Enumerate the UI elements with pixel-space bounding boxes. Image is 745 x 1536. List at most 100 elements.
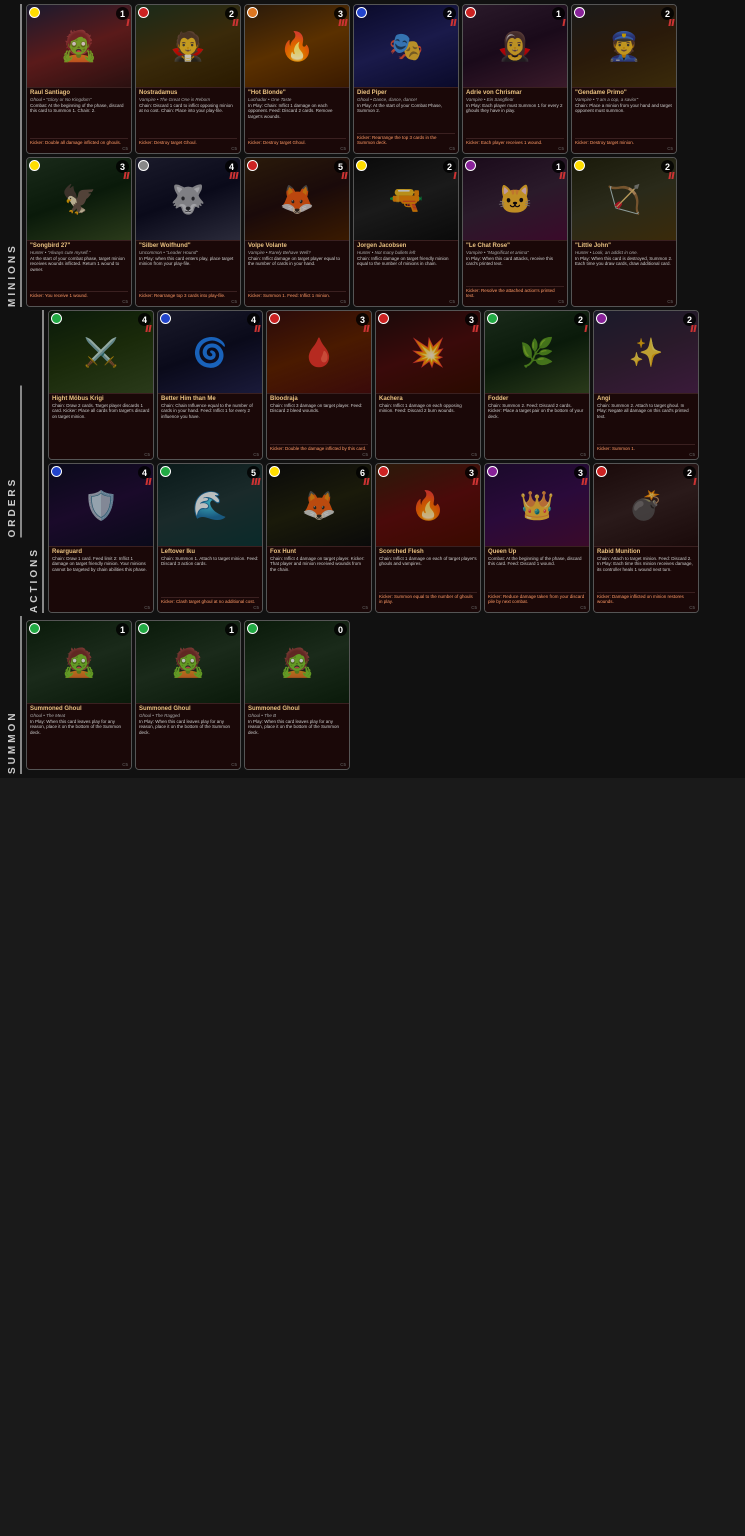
blood-gem [269, 313, 280, 324]
card-littlejohn[interactable]: 🏹 2 "Little John" Hunter • Look, an addi… [571, 157, 677, 307]
nost-name: Nostradamus [139, 90, 237, 96]
piper-footer: C5 [357, 146, 455, 151]
card-scorched[interactable]: 🔥 3 Scorched Flesh Chain: Inflict 1 dama… [375, 463, 481, 613]
songbird-text: At the start of your combat phase, targe… [30, 256, 128, 290]
card-volpe[interactable]: 🦊 5 Volpe Volante Vampire • Rarely Behav… [244, 157, 350, 307]
rear-name: Rearguard [52, 549, 150, 555]
lechat-footer: C5 [466, 299, 564, 304]
blood-kicker: Kicker: Double the damage inflicted by t… [270, 444, 368, 451]
card-bloodraja[interactable]: 🩸 3 Bloodraja Chain: Inflict 3 damage on… [266, 310, 372, 460]
hight-gem [51, 313, 62, 324]
scorched-text: Chain: Inflict 1 damage on each of targe… [379, 556, 477, 591]
nost-subtitle: Vampire • The Great One is Reborn [139, 97, 237, 102]
orders-label-container: ORDERS [4, 310, 24, 613]
card-queenup[interactable]: 👑 3 Queen Up Combat: At the beginning of… [484, 463, 590, 613]
adrie-gem [465, 7, 476, 18]
hotblonde-kicker: Kicker: Destroy target Ghoul. [248, 138, 346, 145]
rabid-gem [596, 466, 607, 477]
card-songbird[interactable]: 🦅 3 "Songbird 27" Hunter • "Always cute … [26, 157, 132, 307]
hotblonde-subtitle: Luchador • One Taste [248, 97, 346, 102]
ghoul1-gem [29, 623, 40, 634]
volpe-text: Chain: Inflict damage on target player e… [248, 256, 346, 290]
card-leftover[interactable]: 🌊 5 Leftover Iku Chain: Summon 1. Attach… [157, 463, 263, 613]
queen-kicker: Kicker: Reduce damage taken from your di… [488, 592, 586, 604]
leftover-name: Leftover Iku [161, 549, 259, 555]
card-hot-blonde[interactable]: 🔥 3 "Hot Blonde" Luchador • One Taste In… [244, 4, 350, 154]
fox-text: Chain: Inflict 4 damage on target player… [270, 556, 368, 604]
silber-kicker: Kicker: Rearrange top 3 cards into play-… [139, 291, 237, 298]
minions-section: MINIONS 🧟 1 Raul Santiago [4, 4, 741, 307]
ghoul1-footer: C5 [30, 762, 128, 767]
rabid-footer: C5 [597, 605, 695, 610]
card-died-piper[interactable]: 🎭 2 Died Piper Ghoul • Dance, dance, dan… [353, 4, 459, 154]
gendame-gem [574, 7, 585, 18]
nost-text: Chain: Discard 1 card to inflict opposin… [139, 103, 237, 137]
ghoul2-footer: C5 [139, 762, 237, 767]
gendame-kicker: Kicker: Destroy target minion. [575, 138, 673, 145]
card-nostradamus[interactable]: 🧛 2 Nostradamus Vampire • The Great One … [135, 4, 241, 154]
hotblonde-name: "Hot Blonde" [248, 90, 346, 96]
summon-label: SUMMON [7, 616, 22, 774]
nost-gem [138, 7, 149, 18]
summon-label-container: SUMMON [4, 616, 24, 774]
hotblonde-text: In Play: Chain: Inflict 1 damage on each… [248, 103, 346, 137]
card-rearguard[interactable]: 🛡️ 4 Rearguard Chain: Draw 1 card. Feed … [48, 463, 154, 613]
blood-footer: C5 [270, 452, 368, 457]
blood-text: Chain: Inflict 3 damage on target player… [270, 403, 368, 443]
actions-section: ORDERS ACTIONS ⚔️ 4 [4, 310, 741, 613]
adrie-subtitle: Vampire • Ein Sangfleür [466, 97, 564, 102]
queen-text: Combat: At the beginning of the phase, d… [488, 556, 586, 591]
ghoul1-name: Summoned Ghoul [30, 706, 128, 712]
ghoul3-cost: 0 [334, 623, 347, 636]
gendame-name: "Gendame Primo" [575, 90, 673, 96]
gendame-text: Chain: Place a minion from your hand and… [575, 103, 673, 137]
ghoul2-text: In Play: When this card leaves play for … [139, 719, 237, 761]
card-kachera[interactable]: 💥 3 Kachera Chain: Inflict 1 damage on e… [375, 310, 481, 460]
silber-text: In Play: when this card enters play, pla… [139, 256, 237, 290]
jorgen-subtitle: Hunter • Not many bullets left [357, 250, 455, 255]
lechat-subtitle: Vampire • "Magnificat et anima" [466, 250, 564, 255]
card-better[interactable]: 🌀 4 Better Him than Me Chain: Chain Infl… [157, 310, 263, 460]
kachera-text: Chain: Inflict 1 damage on each opposing… [379, 403, 477, 451]
card-fodder[interactable]: 🌿 2 Fodder Chain: Summon 2. Feed: Discar… [484, 310, 590, 460]
nost-footer: C5 [139, 146, 237, 151]
volpe-footer: C5 [248, 299, 346, 304]
better-text: Chain: Chain Influence equal to the numb… [161, 403, 259, 451]
orders-label: ORDERS [7, 386, 22, 538]
ghoul1-cost: 1 [116, 623, 129, 636]
gendame-footer: C5 [575, 146, 673, 151]
card-raul-santiago[interactable]: 🧟 1 Raul Santiago Ghoul • "Glory or No K… [26, 4, 132, 154]
hight-name: Hight Möbus Krigi [52, 396, 150, 402]
ghoul2-name: Summoned Ghoul [139, 706, 237, 712]
better-footer: C5 [161, 452, 259, 457]
ghoul2-cost: 1 [225, 623, 238, 636]
rabid-text: Chain: Attach to target minion. Feed: Di… [597, 556, 695, 591]
card-rabid[interactable]: 💣 2 Rabid Munition Chain: Attach to targ… [593, 463, 699, 613]
ghoul3-gem [247, 623, 258, 634]
card-silber[interactable]: 🐺 4 "Silber Wolfhund" Uncommon • "Leader… [135, 157, 241, 307]
minions-row-2: 🦅 3 "Songbird 27" Hunter • "Always cute … [26, 157, 741, 307]
card-foxhunt[interactable]: 🦊 6 Fox Hunt Chain: Inflict 4 damage on … [266, 463, 372, 613]
card-angi[interactable]: ✨ 2 Angi Chain: Summon 2. Attach to targ… [593, 310, 699, 460]
card-hight[interactable]: ⚔️ 4 Hight Möbus Krigi Chain: Draw 2 car… [48, 310, 154, 460]
card-adrie[interactable]: 🧛‍♀️ 1 Adrie von Chrismar Vampire • Ein … [462, 4, 568, 154]
card-ghoul-1[interactable]: 🧟 1 Summoned Ghoul Ghoul • The Meat In P… [26, 620, 132, 770]
ghoul2-gem [138, 623, 149, 634]
littlejohn-text: In Play: When this card is destroyed, Su… [575, 256, 673, 298]
card-jorgen[interactable]: 🔫 2 Jorgen Jacobsen Hunter • Not many bu… [353, 157, 459, 307]
hight-footer: C5 [52, 452, 150, 457]
raul-name: Raul Santiago [30, 90, 128, 96]
jorgen-gem [356, 160, 367, 171]
card-lechat[interactable]: 🐱 1 "Le Chat Rose" Vampire • "Magnificat… [462, 157, 568, 307]
littlejohn-footer: C5 [575, 299, 673, 304]
minions-rows: 🧟 1 Raul Santiago Ghoul • "Glory or No K… [26, 4, 741, 307]
fodder-gem [487, 313, 498, 324]
card-gendame[interactable]: 👮 2 "Gendame Primo" Vampire • "I am a co… [571, 4, 677, 154]
littlejohn-subtitle: Hunter • Look, an addict in one. [575, 250, 673, 255]
card-ghoul-3[interactable]: 🧟 0 Summoned Ghoul Ghoul • The B In Play… [244, 620, 350, 770]
raul-kicker: Kicker: Double all damage inflicted on g… [30, 138, 128, 145]
piper-gem [356, 7, 367, 18]
card-ghoul-2[interactable]: 🧟 1 Summoned Ghoul Ghoul • The Ragged In… [135, 620, 241, 770]
lechat-kicker: Kicker: Resolve the attached action's pr… [466, 286, 564, 298]
volpe-gem [247, 160, 258, 171]
